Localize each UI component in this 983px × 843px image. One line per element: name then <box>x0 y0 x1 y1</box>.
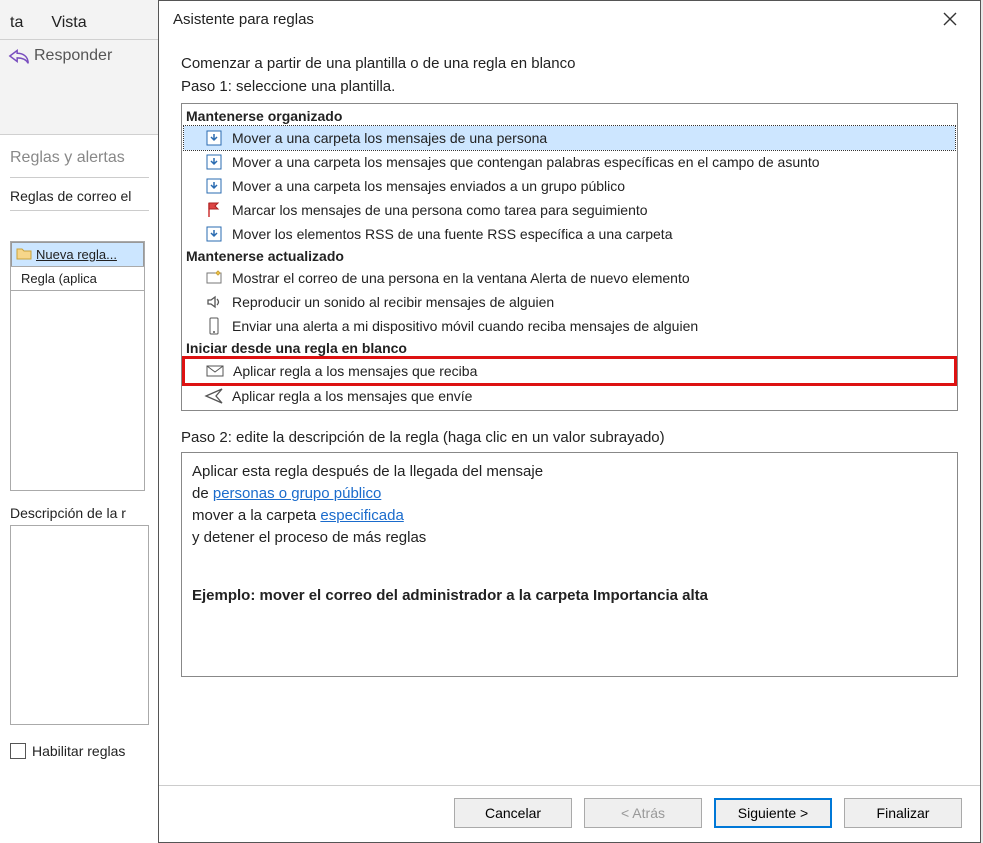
ribbon-tab-left[interactable]: ta <box>6 8 27 39</box>
tpl-label: Marcar los mensajes de una persona como … <box>232 199 648 221</box>
ribbon-actions: Responder <box>0 40 159 135</box>
cancel-button[interactable]: Cancelar <box>454 798 572 828</box>
tpl-label: Mover a una carpeta los mensajes que con… <box>232 151 820 173</box>
step1-label: Paso 1: seleccione una plantilla. <box>181 78 958 95</box>
tpl-move-to-group[interactable]: Mover a una carpeta los mensajes enviado… <box>184 174 955 198</box>
reply-arrow-icon <box>8 46 30 66</box>
enable-rules-row[interactable]: Habilitar reglas <box>10 743 149 759</box>
ribbon-tabs: ta Vista <box>0 0 159 40</box>
tpl-label: Aplicar regla a los mensajes que envíe <box>232 385 472 407</box>
move-folder-icon <box>204 128 224 148</box>
tpl-label: Reproducir un sonido al recibir mensajes… <box>232 291 554 313</box>
next-button[interactable]: Siguiente > <box>714 798 832 828</box>
tpl-show-alert[interactable]: Mostrar el correo de una persona en la v… <box>184 266 955 290</box>
rules-wizard-dialog: Asistente para reglas Comenzar a partir … <box>158 0 981 843</box>
tpl-label: Enviar una alerta a mi dispositivo móvil… <box>232 315 698 337</box>
link-specified-folder[interactable]: especificada <box>320 507 403 524</box>
move-folder-icon <box>204 224 224 244</box>
desc-line4: y detener el proceso de más reglas <box>192 527 947 549</box>
close-button[interactable] <box>928 4 972 34</box>
reply-button[interactable]: Responder <box>8 46 151 66</box>
move-folder-icon <box>204 176 224 196</box>
templates-list: Mantenerse organizado Mover a una carpet… <box>181 103 958 411</box>
description-label: Descripción de la r <box>10 505 149 521</box>
envelope-icon <box>205 361 225 381</box>
tpl-play-sound[interactable]: Reproducir un sonido al recibir mensajes… <box>184 290 955 314</box>
example-text: Ejemplo: mover el correo del administrad… <box>192 585 947 607</box>
tpl-label: Mover a una carpeta los mensajes enviado… <box>232 175 625 197</box>
panel-title: Reglas de correo el <box>10 177 149 211</box>
rules-table: Nueva regla... Regla (aplica <box>10 241 145 491</box>
tpl-label: Mover los elementos RSS de una fuente RS… <box>232 223 672 245</box>
column-header: Regla (aplica <box>11 266 144 291</box>
rules-alerts-label: Reglas y alertas <box>0 135 159 177</box>
close-icon <box>943 12 957 26</box>
folder-icon <box>16 246 32 263</box>
dialog-title: Asistente para reglas <box>173 11 314 28</box>
step2-label: Paso 2: edite la descripción de la regla… <box>181 429 958 446</box>
finish-button[interactable]: Finalizar <box>844 798 962 828</box>
ribbon-tab-view[interactable]: Vista <box>47 8 90 39</box>
back-button: < Atrás <box>584 798 702 828</box>
send-icon <box>204 386 224 406</box>
sound-icon <box>204 292 224 312</box>
intro-text: Comenzar a partir de una plantilla o de … <box>181 55 958 72</box>
mobile-icon <box>204 316 224 336</box>
tpl-move-from-person[interactable]: Mover a una carpeta los mensajes de una … <box>184 126 955 150</box>
desc-line2-prefix: de <box>192 485 213 502</box>
rule-description-box: Aplicar esta regla después de la llegada… <box>181 452 958 677</box>
tpl-apply-sent[interactable]: Aplicar regla a los mensajes que envíe <box>184 384 955 408</box>
tpl-label: Aplicar regla a los mensajes que reciba <box>233 360 477 382</box>
new-alert-icon <box>204 268 224 288</box>
highlight-box: Aplicar regla a los mensajes que reciba <box>182 356 957 386</box>
enable-label: Habilitar reglas <box>32 743 125 759</box>
tpl-move-words-subject[interactable]: Mover a una carpeta los mensajes que con… <box>184 150 955 174</box>
desc-line3-prefix: mover a la carpeta <box>192 507 320 524</box>
section-blank: Iniciar desde una regla en blanco <box>184 338 955 358</box>
background-window: ta Vista Responder Reglas y alertas Regl… <box>0 0 160 843</box>
new-rule-row[interactable]: Nueva regla... <box>11 242 144 267</box>
tpl-label: Mover a una carpeta los mensajes de una … <box>232 127 547 149</box>
description-box <box>10 525 149 725</box>
flag-icon <box>204 200 224 220</box>
tpl-move-rss[interactable]: Mover los elementos RSS de una fuente RS… <box>184 222 955 246</box>
enable-checkbox[interactable] <box>10 743 26 759</box>
section-updated: Mantenerse actualizado <box>184 246 955 266</box>
tpl-flag-followup[interactable]: Marcar los mensajes de una persona como … <box>184 198 955 222</box>
dialog-footer: Cancelar < Atrás Siguiente > Finalizar <box>159 785 980 842</box>
link-people-group[interactable]: personas o grupo público <box>213 485 381 502</box>
tpl-label: Mostrar el correo de una persona en la v… <box>232 267 690 289</box>
tpl-apply-received[interactable]: Aplicar regla a los mensajes que reciba <box>185 359 794 383</box>
titlebar: Asistente para reglas <box>159 1 980 37</box>
desc-line1: Aplicar esta regla después de la llegada… <box>192 461 947 483</box>
section-organized: Mantenerse organizado <box>184 106 955 126</box>
tpl-mobile-alert[interactable]: Enviar una alerta a mi dispositivo móvil… <box>184 314 955 338</box>
move-folder-icon <box>204 152 224 172</box>
